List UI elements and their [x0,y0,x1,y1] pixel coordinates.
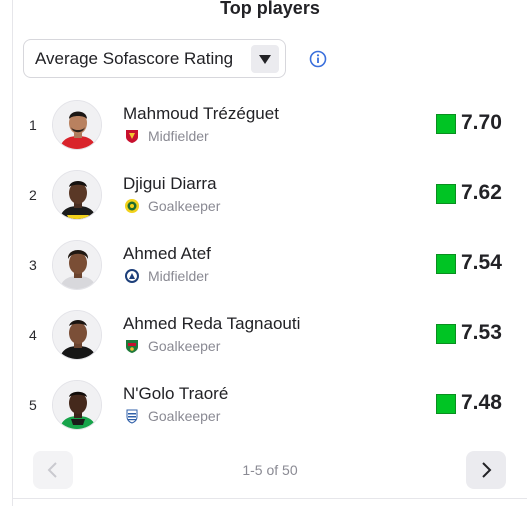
player-avatar [52,380,102,430]
player-rank: 3 [29,257,37,273]
player-rating: 7.53 [461,321,502,344]
player-rank: 2 [29,187,37,203]
dropdown-toggle[interactable] [251,45,279,73]
club-crest-icon [126,409,138,424]
next-page-button[interactable] [466,451,506,489]
player-position: Goalkeeper [148,198,221,214]
player-avatar [52,240,102,290]
player-avatar [52,310,102,360]
player-row[interactable]: 2 Djigui Diarra Goalkeeper 7.62 [13,160,527,230]
player-row[interactable]: 5 N'Golo Traoré Goalkeeper 7.48 [13,370,527,440]
triangle-down-icon [259,55,271,64]
player-name: Ahmed Atef [123,244,211,263]
pyramids-crest-icon [125,269,139,283]
player-avatar [52,170,102,220]
al-ahly-crest-icon [126,130,138,143]
player-rating: 7.54 [461,251,502,274]
section-title: Top players [220,0,320,18]
player-name: N'Golo Traoré [123,384,229,403]
player-rank: 1 [29,117,37,133]
player-position: Goalkeeper [148,408,221,424]
chevron-right-icon [482,462,492,478]
player-rating: 7.70 [461,111,502,134]
metric-select-value: Average Sofascore Rating [35,49,234,68]
player-row[interactable]: 3 Ahmed Atef Midfielder 7.54 [13,230,527,300]
player-row[interactable]: 4 Ahmed Reda Tagnaouti Goalkeeper 7.53 [13,300,527,370]
player-name: Djigui Diarra [123,174,217,193]
rating-indicator [436,254,456,274]
young-africans-crest-icon [125,199,139,213]
player-row[interactable]: 1 Mahmoud Trézéguet Midfielder 7.70 [13,90,527,160]
pagination-label: 1-5 of 50 [242,462,298,478]
rating-indicator [436,114,456,134]
player-rank: 5 [29,397,37,413]
player-avatar [52,100,102,150]
metric-select[interactable]: Average Sofascore Rating [23,39,286,78]
player-rank: 4 [29,327,37,343]
panel-bottom-border [12,498,527,499]
player-position: Midfielder [148,128,209,144]
as-far-crest-icon [126,340,138,353]
player-rating: 7.62 [461,181,502,204]
player-name: Ahmed Reda Tagnaouti [123,314,301,333]
player-position: Goalkeeper [148,338,221,354]
rating-indicator [436,394,456,414]
rating-indicator [436,184,456,204]
player-name: Mahmoud Trézéguet [123,104,279,123]
rating-indicator [436,324,456,344]
player-position: Midfielder [148,268,209,284]
info-icon[interactable] [309,50,327,68]
player-rating: 7.48 [461,391,502,414]
